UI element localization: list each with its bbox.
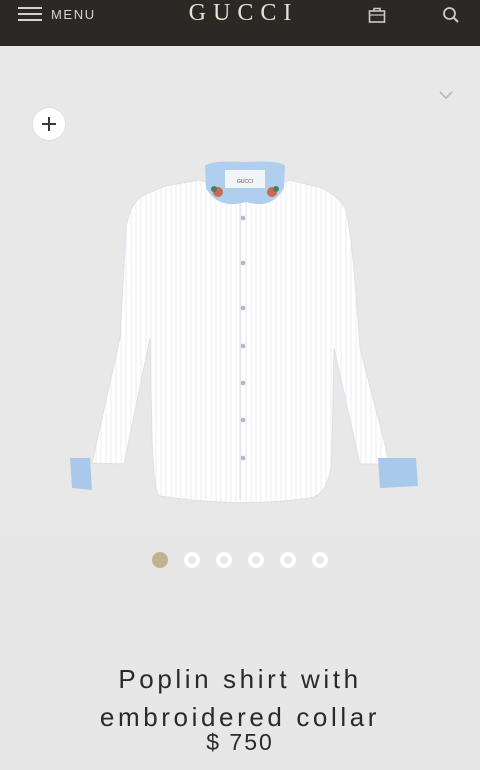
brand-logo[interactable]: GUCCI xyxy=(0,0,480,26)
product-image-area: GUCCI xyxy=(0,46,480,536)
product-price: $ 750 xyxy=(206,729,274,755)
pagination-dot-3[interactable] xyxy=(216,552,232,568)
collar-label-text: GUCCI xyxy=(237,179,253,185)
product-title-line-2: embroidered collar xyxy=(99,702,381,733)
pagination-dot-1[interactable] xyxy=(152,552,168,568)
shopping-bag-icon[interactable] xyxy=(367,5,387,25)
pagination-dot-5[interactable] xyxy=(280,552,296,568)
product-image[interactable]: GUCCI xyxy=(60,158,430,503)
image-pagination xyxy=(0,552,480,570)
pagination-dot-4[interactable] xyxy=(248,552,264,568)
zoom-plus-button[interactable] xyxy=(33,108,65,140)
top-bar: MENU GUCCI xyxy=(0,0,480,46)
product-title-line-1: Poplin shirt with xyxy=(118,664,362,695)
product-title: Poplin shirt with embroidered collar xyxy=(0,660,480,736)
pagination-dot-2[interactable] xyxy=(184,552,200,568)
pagination-dot-6[interactable] xyxy=(312,552,328,568)
chevron-down-icon xyxy=(439,91,453,100)
search-icon[interactable] xyxy=(441,5,461,25)
